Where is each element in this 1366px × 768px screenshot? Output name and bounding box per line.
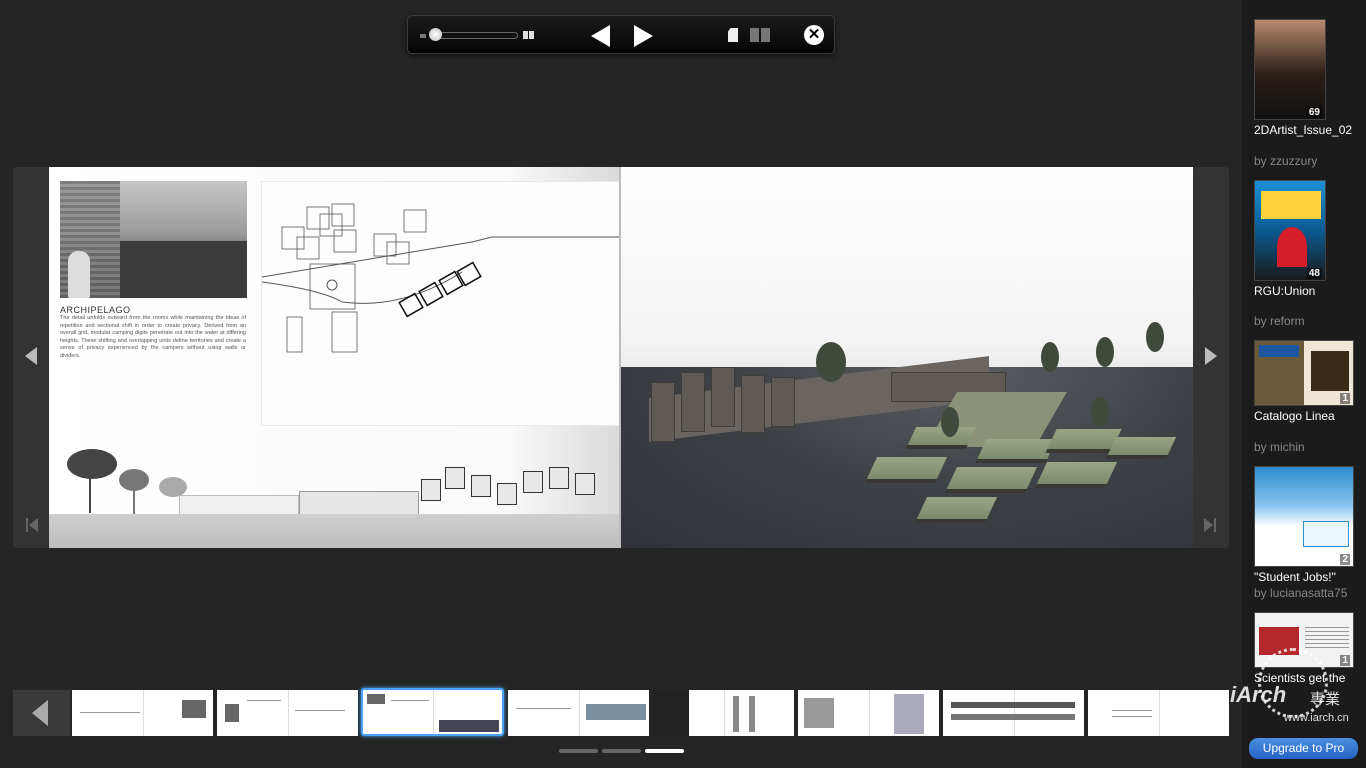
render-tower	[741, 375, 765, 433]
render-tower	[711, 367, 735, 427]
page-body-text: The detail unfolds outward from the room…	[60, 315, 246, 359]
page-count-badge: 48	[1306, 268, 1322, 279]
toolbar: ✕	[407, 15, 835, 54]
publication-title[interactable]: RGU:Union	[1254, 284, 1364, 298]
render-tree	[816, 342, 846, 382]
zoom-slider-handle[interactable]	[429, 28, 442, 41]
render-platform	[1034, 462, 1118, 488]
render-tree	[1041, 342, 1059, 372]
page-thumbnail[interactable]	[217, 690, 358, 736]
close-button[interactable]: ✕	[804, 25, 824, 45]
render-tree	[1096, 337, 1114, 367]
publication-author[interactable]: by michin	[1254, 440, 1305, 454]
publication-thumbnail: 1	[1254, 612, 1354, 668]
last-page-icon[interactable]	[1204, 518, 1216, 532]
strip-pager-dot[interactable]	[559, 749, 598, 753]
page-count-badge: 2	[1340, 554, 1350, 565]
render-platform	[1105, 437, 1177, 459]
publication-title[interactable]: 2DArtist_Issue_02	[1254, 123, 1364, 137]
publication-thumbnail: 2	[1254, 466, 1354, 567]
page-count-badge: 1	[1340, 655, 1350, 666]
publication-title[interactable]: "Student Jobs!"	[1254, 570, 1364, 584]
strip-pager-dot-active[interactable]	[645, 749, 684, 753]
next-page-button[interactable]	[634, 25, 653, 47]
sidebar-item[interactable]: 69 2DArtist_Issue_02	[1254, 19, 1364, 137]
render-platform	[905, 427, 977, 449]
page-thumbnail-current[interactable]	[361, 688, 504, 736]
render-platform	[975, 439, 1057, 463]
render-tree	[1146, 322, 1164, 352]
page-thumbnail[interactable]	[1088, 690, 1229, 736]
single-page-icon[interactable]	[728, 28, 738, 42]
render-tower	[771, 377, 795, 427]
prev-page-button[interactable]	[591, 25, 610, 47]
zoom-out-icon[interactable]	[420, 34, 426, 38]
page-thumbnail[interactable]	[798, 690, 939, 736]
publication-author[interactable]: by reform	[1254, 314, 1305, 328]
zoom-slider[interactable]	[430, 32, 518, 39]
page-count-badge: 1	[1340, 393, 1350, 404]
publication-author[interactable]: by lucianasatta75	[1254, 586, 1347, 600]
page-thumbnail[interactable]	[72, 690, 213, 736]
sidebar-item[interactable]: 1 Catalogo Linea	[1254, 340, 1364, 423]
render-platform	[914, 497, 998, 523]
publication-thumbnail: 1	[1254, 340, 1354, 406]
sidebar-item[interactable]: 1 Scientists get the	[1254, 612, 1364, 685]
zoom-in-icon[interactable]	[523, 31, 535, 40]
render-tower	[651, 382, 675, 442]
page-count-badge: 69	[1306, 107, 1322, 118]
upgrade-to-pro-button[interactable]: Upgrade to Pro	[1249, 738, 1358, 759]
left-page: ARCHIPELAGO The detail unfolds outward f…	[49, 167, 621, 548]
right-page	[621, 167, 1193, 548]
book-viewer: ARCHIPELAGO The detail unfolds outward f…	[13, 167, 1229, 548]
page-thumbnail[interactable]	[653, 690, 794, 736]
double-page-icon[interactable]	[750, 28, 770, 42]
site-plan-drawing	[261, 181, 621, 426]
publication-author[interactable]: by zzuzzury	[1254, 154, 1317, 168]
publication-title[interactable]: Scientists get the	[1254, 671, 1364, 685]
related-sidebar: 69 2DArtist_Issue_02 by zzuzzury 48 RGU:…	[1242, 0, 1366, 768]
first-page-icon[interactable]	[26, 518, 38, 532]
render-tower	[681, 372, 705, 432]
render-platform	[944, 467, 1038, 493]
section-elevation-drawing	[49, 437, 621, 548]
strip-pager-dot[interactable]	[602, 749, 641, 753]
render-tree	[1091, 397, 1109, 427]
sidebar-item[interactable]: 48 RGU:Union	[1254, 180, 1364, 298]
terrace-photo	[60, 181, 247, 298]
sidebar-item[interactable]: 2 "Student Jobs!"	[1254, 466, 1364, 584]
page-heading: ARCHIPELAGO	[60, 305, 131, 315]
strip-prev-button[interactable]	[13, 690, 70, 736]
viewer-next-arrow[interactable]	[1205, 347, 1217, 365]
publication-thumbnail: 69	[1254, 19, 1326, 120]
render-tree	[941, 407, 959, 437]
viewer-prev-arrow[interactable]	[25, 347, 37, 365]
page-thumbnail[interactable]	[508, 690, 649, 736]
page-thumbnail[interactable]	[943, 690, 1084, 736]
render-platform	[864, 457, 948, 483]
publication-title[interactable]: Catalogo Linea	[1254, 409, 1364, 423]
publication-thumbnail: 48	[1254, 180, 1326, 281]
